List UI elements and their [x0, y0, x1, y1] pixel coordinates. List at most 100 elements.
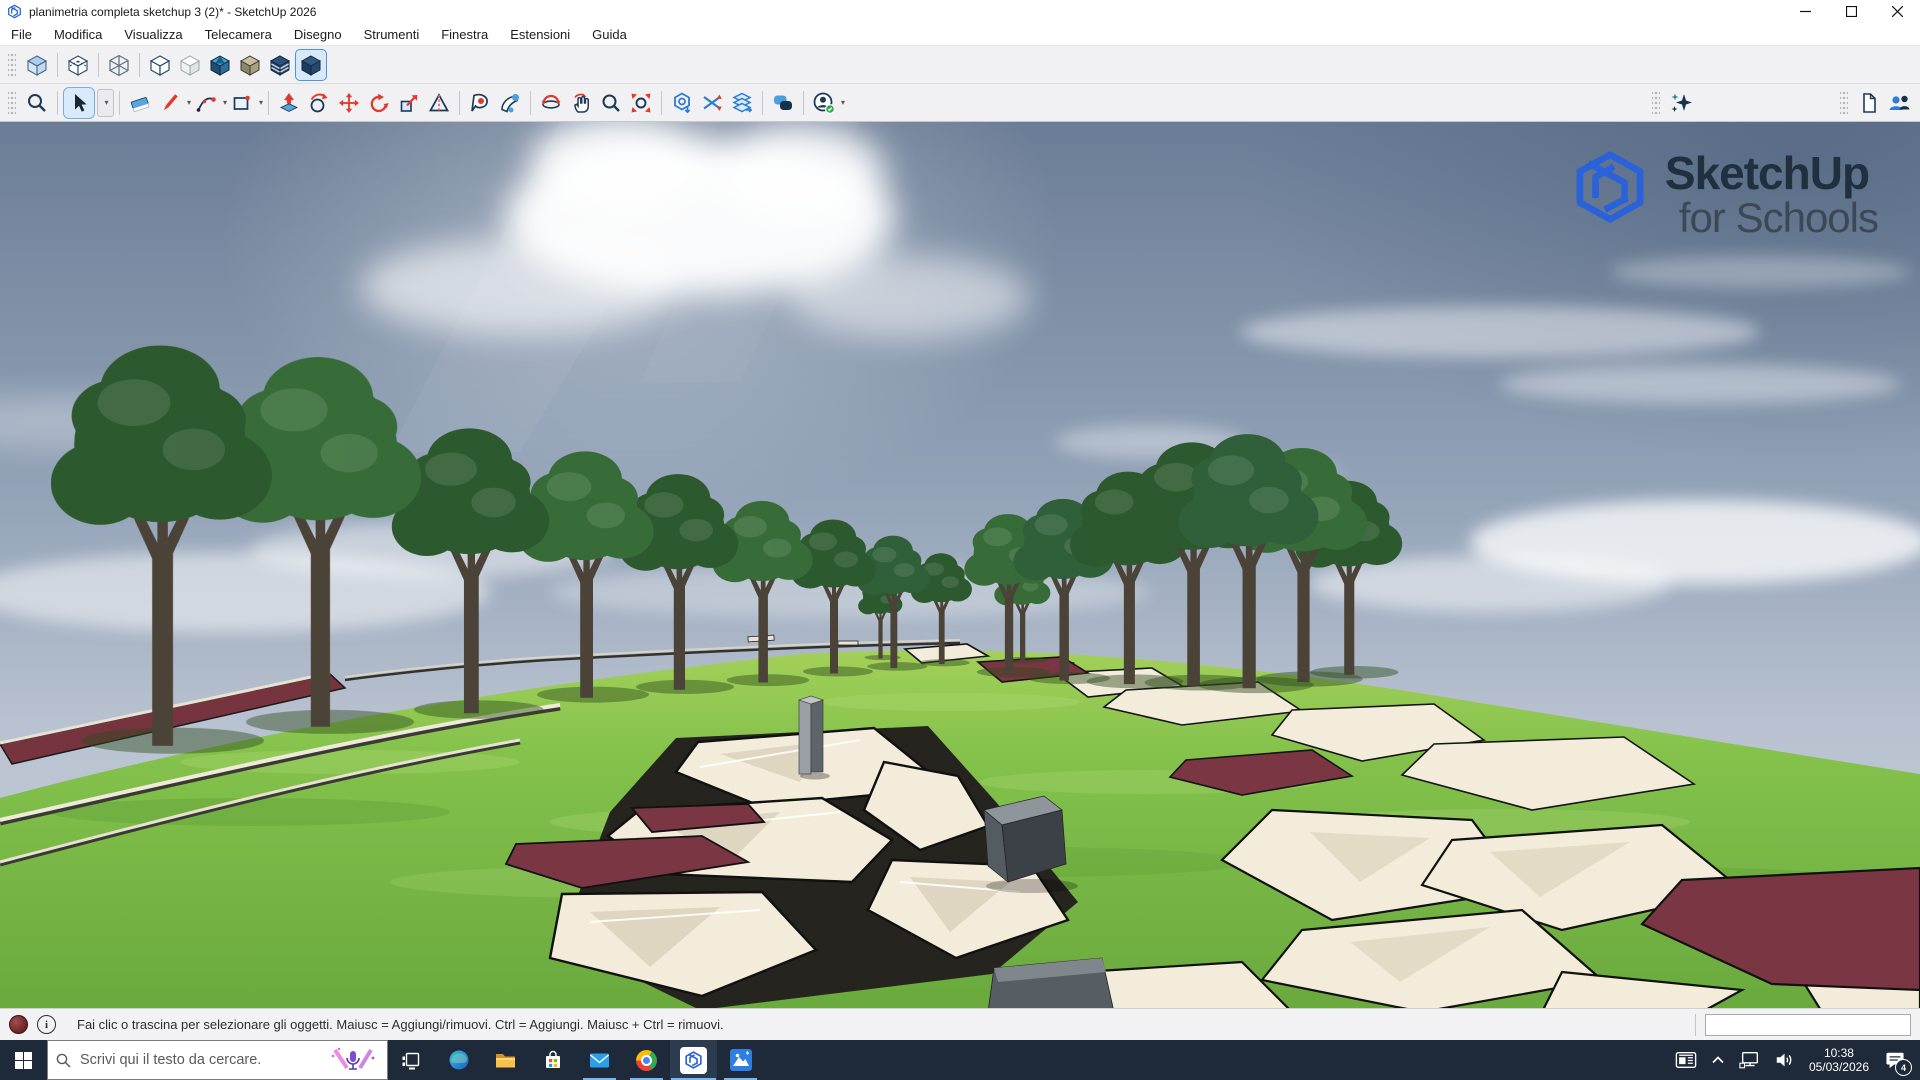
- flip-tool-button[interactable]: [697, 88, 727, 118]
- volume-icon[interactable]: [1774, 1050, 1796, 1070]
- account-dropdown[interactable]: ▾: [841, 98, 845, 107]
- menu-visualizza[interactable]: Visualizza: [113, 27, 193, 42]
- taskbar-app-photos[interactable]: [717, 1040, 764, 1080]
- taskbar-app-mail[interactable]: [576, 1040, 623, 1080]
- toolbar-drag-handle[interactable]: [8, 52, 16, 78]
- eraser-tool-button[interactable]: [125, 88, 155, 118]
- notification-center-button[interactable]: 4: [1882, 1047, 1908, 1073]
- view-monochrome-striped-button[interactable]: [265, 50, 295, 80]
- menu-bar: File Modifica Visualizza Telecamera Dise…: [0, 23, 1920, 45]
- logo-sub-text: for Schools: [1679, 197, 1878, 240]
- toolbar-drag-handle[interactable]: [8, 90, 16, 116]
- model-scene: [0, 122, 1920, 1008]
- menu-disegno[interactable]: Disegno: [283, 27, 353, 42]
- rotate-tool-button[interactable]: [364, 88, 394, 118]
- sketchup-logo-mark: [1571, 150, 1649, 224]
- tape-measure-tool-button[interactable]: [424, 88, 454, 118]
- task-view-icon: [402, 1051, 421, 1070]
- view-textured-button[interactable]: [235, 50, 265, 80]
- tags-stack-button[interactable]: [727, 88, 757, 118]
- pan-tool-button[interactable]: [566, 88, 596, 118]
- maximize-button[interactable]: [1828, 0, 1874, 23]
- taskbar-app-store[interactable]: [529, 1040, 576, 1080]
- search-highlight-art: [327, 1046, 379, 1074]
- menu-telecamera[interactable]: Telecamera: [194, 27, 283, 42]
- menu-estensioni[interactable]: Estensioni: [499, 27, 581, 42]
- taskbar-app-chrome[interactable]: [623, 1040, 670, 1080]
- separator: [57, 91, 58, 115]
- geolocation-icon[interactable]: [9, 1015, 28, 1034]
- arc-tool-button[interactable]: [191, 88, 221, 118]
- status-hint: Fai clic o trascina per selezionare gli …: [77, 1017, 724, 1032]
- task-view-button[interactable]: [388, 1040, 435, 1080]
- rectangle-tool-button[interactable]: [227, 88, 257, 118]
- sketchup-for-schools-logo: SketchUp for Schools: [1571, 150, 1878, 240]
- tools-toolbar: ▾ ▾ ▾ ▾: [0, 83, 1920, 122]
- views-toolbar: [0, 45, 1920, 83]
- separator: [762, 91, 763, 115]
- toolbar-drag-handle[interactable]: [1652, 90, 1660, 116]
- new-document-button[interactable]: [1854, 88, 1884, 118]
- label-tool-button[interactable]: [465, 88, 495, 118]
- news-widgets-icon[interactable]: [1675, 1050, 1697, 1070]
- move-tool-button[interactable]: [334, 88, 364, 118]
- view-back-edges-button[interactable]: [63, 50, 93, 80]
- menu-finestra[interactable]: Finestra: [430, 27, 499, 42]
- select-tool-button[interactable]: [63, 87, 95, 119]
- separator: [459, 91, 460, 115]
- clock-time: 10:38: [1809, 1046, 1869, 1060]
- file-explorer-icon: [494, 1049, 517, 1072]
- windows-logo-icon: [15, 1052, 32, 1069]
- taskbar-app-sketchup[interactable]: [670, 1040, 717, 1080]
- account-avatar-button[interactable]: [809, 88, 839, 118]
- measurements-input[interactable]: [1705, 1014, 1911, 1036]
- select-tool-dropdown[interactable]: ▾: [97, 89, 114, 117]
- zoom-tool-button[interactable]: [22, 88, 52, 118]
- follow-me-tool-button[interactable]: [304, 88, 334, 118]
- info-icon[interactable]: i: [37, 1015, 56, 1034]
- view-xray-button[interactable]: [22, 50, 52, 80]
- orbit-tool-button[interactable]: [536, 88, 566, 118]
- separator: [57, 53, 58, 77]
- 3d-viewport[interactable]: SketchUp for Schools: [0, 122, 1920, 1008]
- toolbar-drag-handle[interactable]: [1840, 90, 1848, 116]
- rectangle-tool-dropdown[interactable]: ▾: [259, 98, 263, 107]
- separator: [1695, 1014, 1696, 1036]
- sketchup-app-icon: [7, 4, 22, 19]
- taskbar-search-box[interactable]: [47, 1040, 388, 1080]
- menu-modifica[interactable]: Modifica: [43, 27, 113, 42]
- logo-brand-text: SketchUp: [1665, 150, 1869, 197]
- minimize-button[interactable]: [1782, 0, 1828, 23]
- view-hidden-line-button[interactable]: [145, 50, 175, 80]
- extension-settings-button[interactable]: [667, 88, 697, 118]
- view-monochrome-button[interactable]: [295, 49, 327, 81]
- menu-strumenti[interactable]: Strumenti: [353, 27, 431, 42]
- mail-icon: [588, 1049, 611, 1072]
- start-button[interactable]: [0, 1040, 47, 1080]
- view-shaded-textures-button[interactable]: [205, 50, 235, 80]
- scale-tool-button[interactable]: [394, 88, 424, 118]
- view-shaded-button[interactable]: [175, 50, 205, 80]
- search-input[interactable]: [78, 1051, 320, 1069]
- chat-icon-button[interactable]: [768, 88, 798, 118]
- share-people-button[interactable]: [1884, 88, 1914, 118]
- zoom-window-tool-button[interactable]: [596, 88, 626, 118]
- separator: [119, 91, 120, 115]
- paint-bucket-tool-button[interactable]: [495, 88, 525, 118]
- taskbar-clock[interactable]: 10:38 05/03/2026: [1809, 1046, 1869, 1074]
- edge-icon: [448, 1049, 470, 1071]
- close-button[interactable]: [1874, 0, 1920, 23]
- push-pull-tool-button[interactable]: [274, 88, 304, 118]
- separator: [139, 53, 140, 77]
- ai-sparkle-button[interactable]: [1666, 88, 1696, 118]
- tray-chevron-up-icon[interactable]: [1710, 1053, 1726, 1067]
- menu-file[interactable]: File: [0, 27, 43, 42]
- zoom-extents-tool-button[interactable]: [626, 88, 656, 118]
- menu-guida[interactable]: Guida: [581, 27, 638, 42]
- view-wireframe-button[interactable]: [104, 50, 134, 80]
- separator: [98, 53, 99, 77]
- line-tool-button[interactable]: [155, 88, 185, 118]
- network-icon[interactable]: [1739, 1050, 1761, 1070]
- taskbar-app-file-explorer[interactable]: [482, 1040, 529, 1080]
- taskbar-app-edge[interactable]: [435, 1040, 482, 1080]
